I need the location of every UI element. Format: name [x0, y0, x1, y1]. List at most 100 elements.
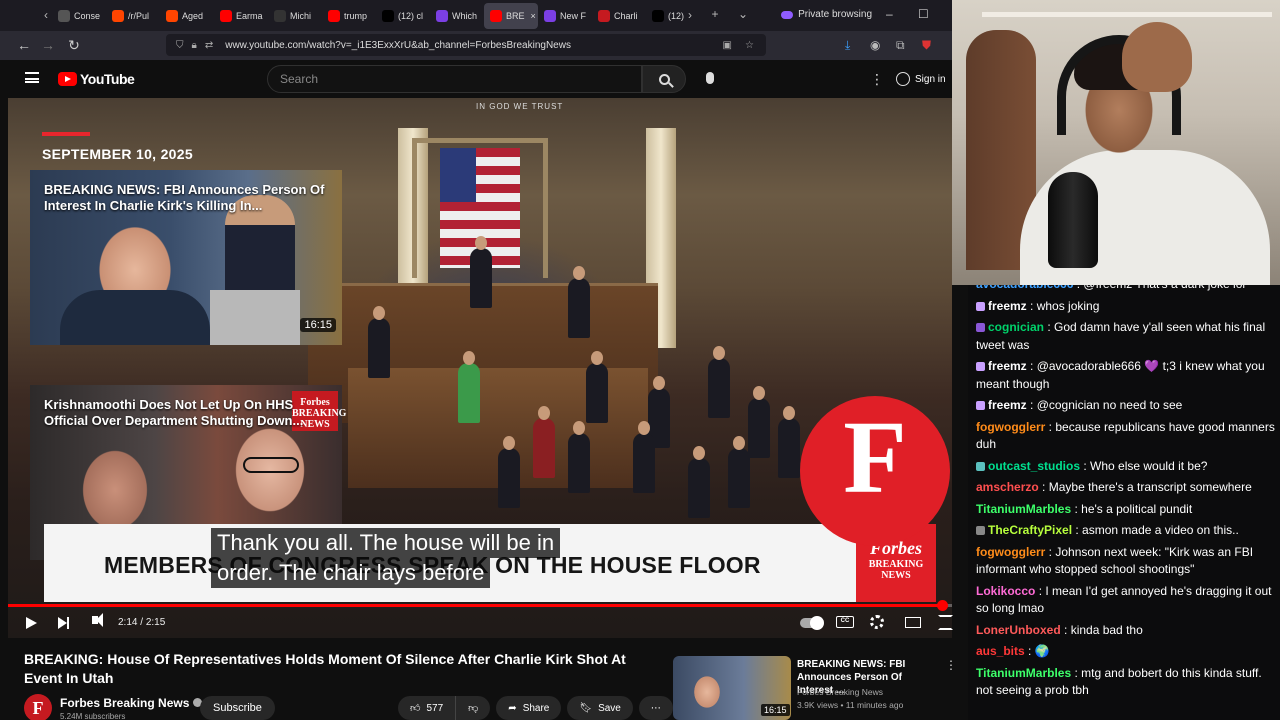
- bookmark-star-icon[interactable]: ☆: [745, 40, 754, 51]
- video-player[interactable]: IN GOD WE TRUST SEPTEMBER 10, 2025 BREAK…: [8, 98, 952, 638]
- chat-message: freemz : @avocadorable666 💜 t;3 i knew w…: [976, 358, 1276, 393]
- browser-tab[interactable]: /r/Pul: [106, 3, 160, 29]
- reload-icon[interactable]: ↻: [62, 37, 86, 54]
- tab-list: Conse/r/Pul Aged Earma Michi trump (12) cl Whi…: [52, 2, 700, 29]
- like-button[interactable]: 👍︎ 577: [398, 696, 457, 720]
- save-button[interactable]: 🔖︎ Save: [567, 696, 633, 720]
- related-video-title[interactable]: BREAKING NEWS: FBI Announces Person Of I…: [44, 182, 334, 214]
- person-figure: [708, 346, 730, 418]
- share-button[interactable]: ➦ Share: [496, 696, 562, 720]
- recommended-kebab-icon[interactable]: ⋮: [945, 658, 957, 672]
- tab-list-icon[interactable]: ⌄: [733, 7, 753, 21]
- theater-mode-icon[interactable]: [905, 617, 921, 628]
- chat-author[interactable]: TheCraftyPixel: [988, 523, 1072, 537]
- person-figure: [568, 421, 590, 493]
- browser-tab[interactable]: (12) cl: [376, 3, 430, 29]
- chat-author[interactable]: aus_bits: [976, 644, 1025, 658]
- related-video-title[interactable]: Krishnamoothi Does Not Let Up On HHS Off…: [44, 397, 334, 429]
- lock-icon[interactable]: 🔒︎: [192, 40, 197, 51]
- play-icon[interactable]: [26, 617, 37, 629]
- tab-scroll-right-icon[interactable]: ›: [680, 8, 700, 22]
- date-overlay: SEPTEMBER 10, 2025: [42, 146, 193, 162]
- chat-author[interactable]: fogwogglerr: [976, 420, 1045, 434]
- youtube-logo-text: YouTube: [80, 71, 135, 87]
- url-bar[interactable]: ⛉ 🔒︎ ⇄ www.youtube.com/watch?v=_i1E3ExxX…: [166, 34, 766, 56]
- person-figure: [586, 351, 608, 423]
- chat-author[interactable]: LonerUnboxed: [976, 623, 1061, 637]
- chat-author[interactable]: freemz: [988, 398, 1027, 412]
- permissions-icon[interactable]: ⇄: [205, 40, 213, 51]
- downloads-icon[interactable]: ⤓: [845, 38, 850, 53]
- dislike-button[interactable]: 👎︎: [456, 696, 491, 720]
- microphone-icon[interactable]: [706, 72, 714, 84]
- chat-badge-icon: [976, 323, 985, 332]
- extensions-icon[interactable]: ⧉: [896, 38, 905, 53]
- chat-text: kinda bad tho: [1070, 622, 1143, 637]
- chat-author[interactable]: Lokikocco: [976, 584, 1035, 598]
- account-icon[interactable]: ◉: [870, 38, 880, 52]
- tab-label: trump: [344, 10, 368, 21]
- thumbnail-face: [687, 670, 727, 720]
- recommended-video[interactable]: 16:15 BREAKING NEWS: FBI Announces Perso…: [673, 656, 957, 720]
- recommended-channel[interactable]: Forbes Breaking News: [797, 687, 883, 697]
- browser-tab[interactable]: Conse: [52, 3, 106, 29]
- forward-icon[interactable]: →: [36, 37, 60, 53]
- channel-name-text[interactable]: Forbes Breaking News: [60, 696, 189, 710]
- volume-icon[interactable]: [92, 613, 103, 627]
- tab-label: Earma: [236, 10, 263, 21]
- current-time: 2:14: [118, 617, 138, 628]
- next-icon[interactable]: [58, 617, 69, 629]
- browser-tab[interactable]: BRE ×: [484, 2, 538, 29]
- more-horizontal-icon: ⋯: [650, 702, 661, 714]
- sign-in-button[interactable]: Sign in: [896, 68, 946, 90]
- microphone-prop: [1048, 172, 1098, 268]
- shield-icon[interactable]: ⛉: [176, 40, 184, 51]
- new-tab-icon[interactable]: +: [705, 7, 725, 21]
- settings-kebab-icon[interactable]: ⋮: [870, 71, 884, 88]
- tab-scroll-left-icon[interactable]: ‹: [36, 8, 56, 22]
- ublock-icon[interactable]: ⛊: [922, 38, 931, 53]
- fullscreen-icon[interactable]: [938, 615, 953, 630]
- captions-icon[interactable]: CC: [836, 616, 854, 628]
- back-icon[interactable]: ←: [12, 37, 36, 53]
- youtube-logo[interactable]: YouTube: [58, 71, 135, 87]
- chat-message: fogwogglerr : Johnson next week: "Kirk w…: [976, 544, 1276, 579]
- chat-author[interactable]: cognician: [988, 320, 1044, 334]
- channel-name[interactable]: Forbes Breaking News: [60, 696, 203, 710]
- chat-author[interactable]: TitaniumMarbles: [976, 502, 1071, 516]
- search-input[interactable]: Search: [267, 65, 642, 93]
- maximize-icon[interactable]: ☐: [918, 7, 929, 21]
- total-time: 2:15: [145, 617, 166, 628]
- browser-tab[interactable]: Earma: [214, 3, 268, 29]
- tab-favicon-icon: [598, 9, 610, 22]
- browser-tab[interactable]: Aged: [160, 3, 214, 29]
- channel-avatar[interactable]: F: [24, 694, 52, 720]
- share-icon: ➦: [508, 702, 517, 714]
- browser-tab[interactable]: Michi: [268, 3, 322, 29]
- browser-tab[interactable]: New F: [538, 3, 592, 29]
- browser-tab[interactable]: Charli: [592, 3, 646, 29]
- url-text[interactable]: www.youtube.com/watch?v=_i1E3ExxXrU&ab_c…: [225, 40, 571, 51]
- minimize-icon[interactable]: –: [886, 7, 893, 21]
- more-actions-button[interactable]: ⋯: [638, 696, 673, 720]
- chat-author[interactable]: avocadorable666: [976, 285, 1073, 291]
- gear-icon[interactable]: [870, 615, 884, 629]
- autoplay-toggle[interactable]: [800, 616, 824, 630]
- search-button[interactable]: [642, 65, 686, 93]
- subscribe-button[interactable]: Subscribe: [200, 696, 275, 720]
- tab-close-icon[interactable]: ×: [531, 11, 536, 21]
- chat-separator: :: [1026, 359, 1037, 373]
- picture-in-picture-icon[interactable]: ▣: [723, 40, 732, 51]
- related-video-card[interactable]: BREAKING NEWS: FBI Announces Person Of I…: [30, 170, 342, 345]
- chat-author[interactable]: TitaniumMarbles: [976, 666, 1071, 680]
- chat-author[interactable]: amscherzo: [976, 480, 1039, 494]
- chat-author[interactable]: fogwogglerr: [976, 545, 1045, 559]
- browser-tab[interactable]: Which: [430, 3, 484, 29]
- date-accent-bar: [42, 132, 90, 136]
- chat-author[interactable]: freemz: [988, 359, 1027, 373]
- hamburger-menu-icon[interactable]: [25, 72, 39, 83]
- browser-tab[interactable]: trump: [322, 3, 376, 29]
- chat-author[interactable]: outcast_studios: [988, 459, 1080, 473]
- tab-label: BRE: [506, 10, 525, 21]
- chat-author[interactable]: freemz: [988, 299, 1027, 313]
